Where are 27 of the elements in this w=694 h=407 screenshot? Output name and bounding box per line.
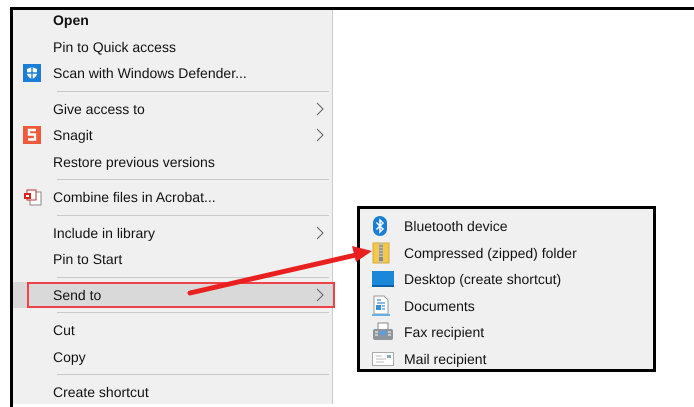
menu-item[interactable]: Copy [13, 344, 332, 370]
snagit-logo-icon [23, 126, 41, 144]
menu-item[interactable]: Open [13, 7, 332, 34]
menu-item[interactable]: Combine files in Acrobat... [13, 184, 332, 210]
shield-icon [23, 64, 41, 82]
menu-item[interactable]: Fax recipient [360, 319, 653, 346]
menu-item[interactable]: Snagit [13, 122, 332, 148]
envelope-icon [372, 350, 394, 367]
menu-item[interactable]: Create shortcut [13, 379, 332, 406]
menu-item[interactable]: Restore previous versions [13, 148, 332, 175]
desktop-icon [372, 270, 394, 288]
zip-folder-icon [372, 242, 390, 264]
menu-item[interactable]: Cut [13, 317, 332, 344]
documents-icon [23, 188, 43, 206]
menu-item[interactable]: Mail recipient [360, 346, 653, 372]
menu-item[interactable]: Pin to Start [13, 246, 332, 272]
menu-item[interactable]: Desktop (create shortcut) [360, 266, 653, 292]
bluetooth-icon [372, 216, 388, 236]
menu-item[interactable]: Scan with Windows Defender... [13, 60, 332, 86]
menu-item[interactable]: Give access to [13, 96, 332, 122]
fax-machine-icon [372, 322, 394, 342]
menu-item[interactable]: Include in library [13, 220, 332, 246]
menu-item[interactable]: Documents [360, 292, 653, 319]
menu-item[interactable]: Compressed (zipped) folder [360, 240, 653, 266]
menu-item[interactable]: Bluetooth device [360, 213, 653, 240]
document-icon [372, 294, 390, 317]
menu-item[interactable]: Pin to Quick access [13, 34, 332, 60]
